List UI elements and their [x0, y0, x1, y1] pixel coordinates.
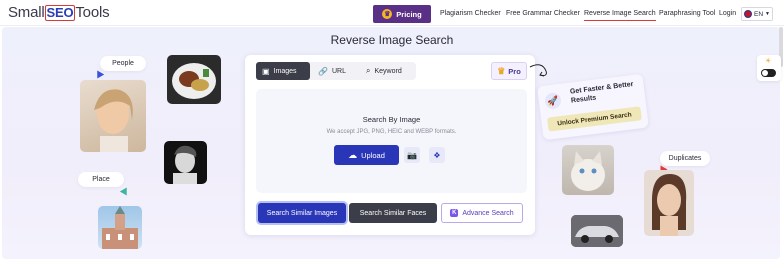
- camera-icon: 📷: [407, 150, 417, 160]
- woman-portrait-icon: [652, 174, 687, 236]
- site-logo[interactable]: Small SEO Tools: [8, 4, 110, 21]
- tab-keyword-label: Keyword: [374, 67, 402, 75]
- duplicates-tag-label: Duplicates: [668, 155, 702, 162]
- rocket-icon: 🚀: [544, 91, 562, 110]
- crown-icon: ♛: [497, 65, 506, 76]
- logo-text-seo: SEO: [44, 5, 76, 21]
- top-navbar: Small SEO Tools ♛ Pricing Plagiarism Check…: [0, 0, 784, 26]
- place-tag-label: Place: [92, 176, 110, 183]
- chevron-down-icon: ▼: [765, 11, 770, 17]
- person-photo-woman-duplicate: [644, 170, 694, 236]
- image-dropzone[interactable]: [256, 89, 527, 193]
- cat-icon: [571, 151, 605, 191]
- person-photo-man: [164, 141, 207, 184]
- pro-label: Pro: [508, 66, 521, 76]
- language-selector[interactable]: EN ▼: [741, 7, 773, 21]
- logo-text-small: Small: [8, 4, 45, 21]
- person-photo-woman: [80, 80, 146, 152]
- pricing-button[interactable]: ♛ Pricing: [373, 5, 431, 23]
- promo-headline: Get Faster & Better Results: [569, 80, 634, 105]
- link-icon: 🔗: [318, 66, 328, 76]
- nav-plagiarism-checker[interactable]: Plagiarism Checker: [440, 10, 501, 17]
- car-photo: [571, 215, 623, 247]
- language-label: EN: [754, 10, 764, 18]
- upload-button[interactable]: ☁ Upload: [334, 145, 399, 165]
- plate-icon: [172, 63, 216, 99]
- pro-badge[interactable]: ♛ Pro: [491, 62, 527, 80]
- crown-icon: ♛: [382, 9, 393, 19]
- search-similar-faces-button[interactable]: Search Similar Faces: [349, 203, 437, 223]
- people-tag: People: [100, 56, 146, 71]
- accepted-formats-text: We accept JPG, PNG, HEIC and WEBP format…: [326, 129, 457, 135]
- camera-button[interactable]: 📷: [404, 147, 420, 163]
- nav-reverse-image-search[interactable]: Reverse Image Search: [584, 10, 656, 21]
- nav-paraphrasing-tool[interactable]: Paraphrasing Tool: [659, 10, 715, 17]
- image-icon: ▣: [262, 66, 270, 76]
- advance-search-label: Advance Search: [462, 209, 514, 217]
- dropbox-icon: ❖: [433, 150, 441, 160]
- palace-icon: [102, 206, 138, 249]
- food-photo: [167, 55, 221, 104]
- advance-search-button[interactable]: K Advance Search: [441, 203, 523, 223]
- curved-arrow-icon: [529, 64, 547, 77]
- pricing-label: Pricing: [396, 9, 422, 19]
- car-icon: [571, 215, 623, 247]
- theme-toggle[interactable]: ☀: [757, 55, 781, 81]
- duplicates-tag: Duplicates: [660, 151, 710, 166]
- tab-images[interactable]: ▣ Images: [256, 62, 310, 80]
- tab-images-label: Images: [273, 67, 297, 75]
- ai-icon: K: [450, 209, 459, 217]
- tab-url[interactable]: 🔗 URL: [312, 62, 358, 80]
- nav-login[interactable]: Login: [719, 10, 736, 17]
- man-silhouette-icon: [173, 145, 197, 184]
- place-tag: Place: [78, 172, 124, 187]
- tab-url-label: URL: [331, 67, 346, 75]
- page-title: Reverse Image Search: [330, 33, 454, 47]
- woman-silhouette-icon: [94, 89, 133, 152]
- sun-icon: ☀: [765, 58, 772, 65]
- cloud-upload-icon: ☁: [348, 149, 358, 160]
- search-icon: ⌕: [366, 66, 371, 75]
- cat-photo: [562, 145, 614, 195]
- people-tag-label: People: [112, 60, 134, 67]
- nav-grammar-checker[interactable]: Free Grammar Checker: [506, 10, 580, 17]
- flag-icon: [744, 10, 752, 18]
- place-photo: [98, 206, 142, 249]
- logo-text-tools: Tools: [75, 4, 110, 21]
- unlock-premium-button[interactable]: Unlock Premium Search: [546, 106, 642, 132]
- upload-label: Upload: [361, 150, 385, 160]
- search-by-image-heading: Search By Image: [362, 115, 421, 124]
- toggle-switch[interactable]: [761, 69, 776, 77]
- dropbox-button[interactable]: ❖: [429, 147, 445, 163]
- search-similar-images-button[interactable]: Search Similar Images: [258, 203, 346, 223]
- tab-keyword[interactable]: ⌕ Keyword: [360, 62, 416, 80]
